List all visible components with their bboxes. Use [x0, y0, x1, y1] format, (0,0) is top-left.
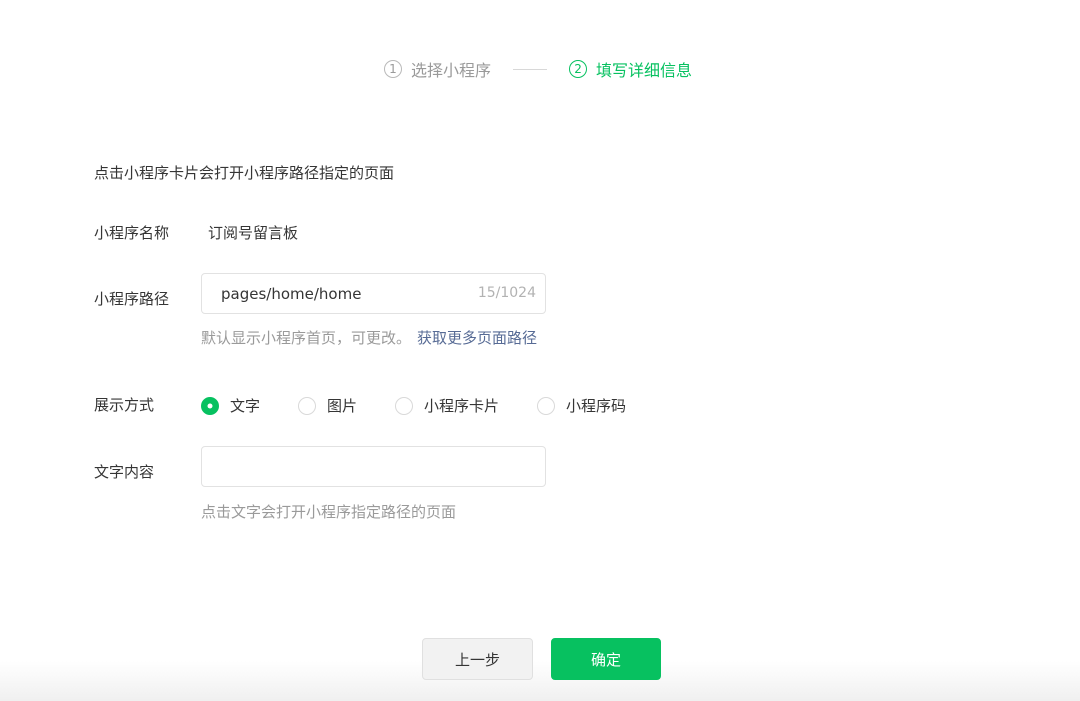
- confirm-button[interactable]: 确定: [551, 638, 661, 680]
- radio-card-label: 小程序卡片: [424, 397, 500, 415]
- step-number-1: 1: [384, 60, 402, 78]
- radio-image[interactable]: 图片: [298, 395, 357, 416]
- step-label-1: 选择小程序: [411, 61, 492, 80]
- step-select-mini-program: 1 选择小程序: [384, 57, 491, 81]
- path-char-counter: 15/1024: [477, 285, 536, 301]
- step-number-2: 2: [569, 60, 588, 78]
- text-content-label: 文字内容: [94, 463, 155, 481]
- step-divider: [513, 68, 548, 70]
- step-label-2: 填写详细信息: [596, 61, 693, 80]
- step-fill-details: 2 填写详细信息: [569, 57, 692, 81]
- name-label: 小程序名称: [94, 224, 170, 242]
- path-label: 小程序路径: [94, 290, 170, 308]
- radio-card[interactable]: 小程序卡片: [395, 395, 499, 416]
- text-content-input[interactable]: [202, 447, 545, 486]
- name-value: 订阅号留言板: [208, 224, 299, 242]
- radio-qrcode[interactable]: 小程序码: [537, 395, 626, 416]
- display-mode-label: 展示方式: [94, 396, 155, 414]
- text-content-input-wrapper: [201, 446, 546, 487]
- path-hint: 默认显示小程序首页，可更改。 获取更多页面路径: [201, 327, 537, 348]
- radio-qrcode-label: 小程序码: [566, 397, 627, 415]
- text-content-hint: 点击文字会打开小程序指定路径的页面: [201, 503, 457, 521]
- page-description: 点击小程序卡片会打开小程序路径指定的页面: [94, 164, 395, 182]
- previous-step-button[interactable]: 上一步: [422, 638, 533, 680]
- footer-fade: [0, 661, 1080, 701]
- radio-qrcode-indicator[interactable]: [537, 396, 556, 415]
- radio-text[interactable]: 文字: [201, 395, 260, 416]
- mini-program-link-dialog: 1 选择小程序 2 填写详细信息 点击小程序卡片会打开小程序路径指定的页面 小程…: [0, 0, 1080, 701]
- radio-card-indicator[interactable]: [395, 396, 414, 415]
- radio-image-label: 图片: [327, 397, 358, 415]
- path-input-wrapper: 15/1024: [201, 273, 546, 314]
- path-hint-text: 默认显示小程序首页，可更改。: [201, 329, 412, 347]
- radio-text-indicator[interactable]: [201, 396, 219, 415]
- radio-text-label: 文字: [230, 397, 261, 415]
- step-indicator: 1 选择小程序 2 填写详细信息: [384, 57, 692, 81]
- radio-image-indicator[interactable]: [298, 396, 317, 415]
- more-paths-link[interactable]: 获取更多页面路径: [417, 329, 537, 347]
- display-mode-radio-group: 文字 图片 小程序卡片 小程序码: [201, 395, 626, 416]
